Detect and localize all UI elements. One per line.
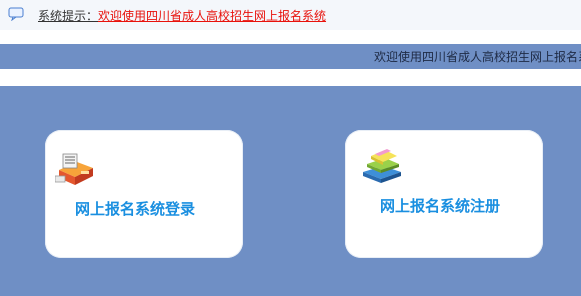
login-card-label: 网上报名系统登录	[75, 200, 196, 218]
stacked-books-icon	[363, 149, 401, 183]
system-notice-text: 系统提示：欢迎使用四川省成人高校招生网上报名系统	[38, 8, 326, 24]
system-notice-link[interactable]: 欢迎使用四川省成人高校招生网上报名系统	[98, 9, 326, 23]
server-box-icon	[55, 153, 93, 185]
register-card-label: 网上报名系统注册	[380, 197, 501, 215]
login-card-button[interactable]: 网上报名系统登录	[45, 130, 243, 258]
system-notice-bar: 系统提示：欢迎使用四川省成人高校招生网上报名系统	[0, 0, 581, 30]
system-notice-label: 系统提示：	[38, 9, 99, 23]
register-card-button[interactable]: 网上报名系统注册	[345, 130, 543, 258]
speech-bubble-icon	[8, 7, 24, 21]
scrolling-banner: 欢迎使用四川省成人高校招生网上报名系统	[0, 44, 581, 69]
scrolling-banner-text: 欢迎使用四川省成人高校招生网上报名系统	[374, 50, 581, 64]
main-panel: 网上报名系统登录 网上报名系统注册	[0, 86, 581, 296]
